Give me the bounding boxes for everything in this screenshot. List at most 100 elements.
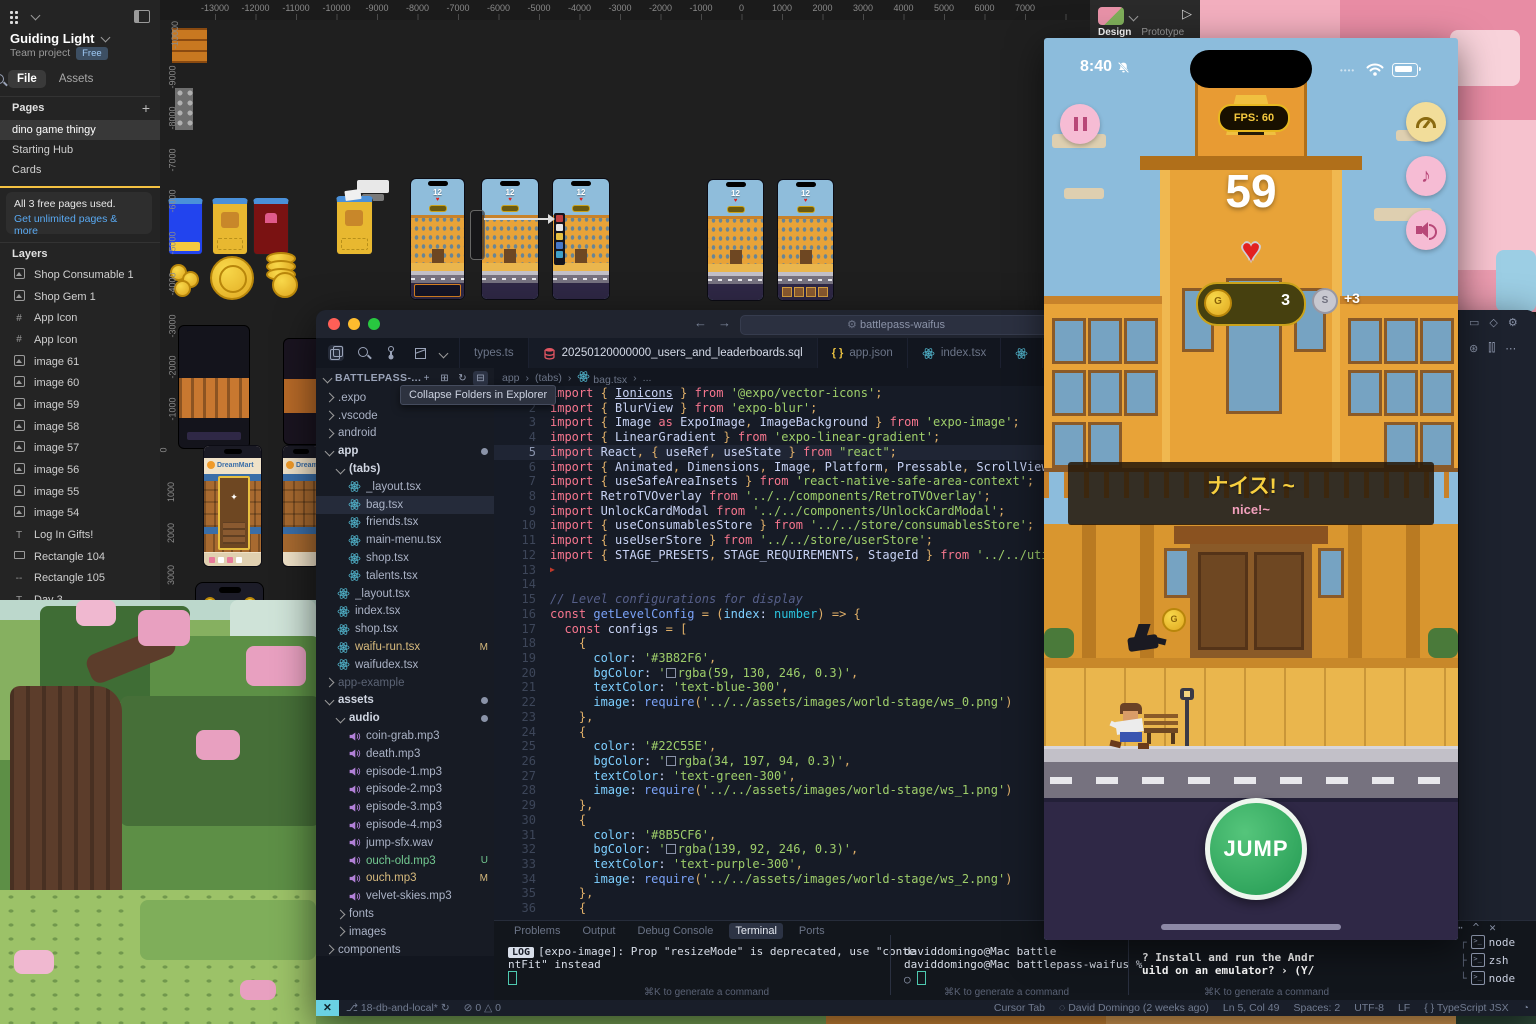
breadcrumb[interactable]: app › (tabs) › bag.tsx ›...: [502, 370, 651, 386]
workspace-search-bar[interactable]: ⚙ battlepass-waifus: [740, 315, 1052, 335]
tab-prototype[interactable]: Prototype: [1141, 27, 1184, 38]
terminal-process[interactable]: ├ >_ zsh: [1460, 951, 1515, 969]
page-item[interactable]: dino game thingy: [0, 120, 160, 140]
more-actions-icon[interactable]: ⋯: [1505, 342, 1516, 355]
layer-item[interactable]: image 58: [0, 416, 160, 438]
terminal-tab[interactable]: Debug Console: [632, 923, 720, 939]
file-tree-item[interactable]: bag.tsx: [316, 495, 494, 514]
file-tree-item[interactable]: coin-grab.mp3: [316, 727, 494, 745]
upgrade-link[interactable]: Get unlimited pages & more: [14, 213, 144, 237]
panel-close-icon[interactable]: ✕: [1489, 921, 1496, 934]
explorer-icon[interactable]: [328, 345, 344, 361]
terminal-tab[interactable]: Ports: [793, 923, 831, 939]
thumbnail-chevron-icon[interactable]: [1128, 11, 1139, 22]
file-tree-item[interactable]: friends.tsx: [316, 514, 494, 532]
file-tree-item[interactable]: components: [316, 941, 494, 956]
layer-item[interactable]: Rectangle 104: [0, 546, 160, 568]
file-tree-item[interactable]: audio: [316, 709, 494, 727]
new-file-icon[interactable]: +: [419, 371, 434, 386]
canvas-coin-stack[interactable]: [262, 252, 298, 298]
run-icon[interactable]: ◇: [1489, 316, 1497, 329]
file-tree-item[interactable]: waifu-run.tsx M: [316, 638, 494, 656]
canvas-card-yellow-2[interactable]: [336, 188, 373, 255]
layout-icon[interactable]: ▭: [1469, 316, 1479, 329]
language-status[interactable]: { } TypeScript JSX: [1417, 1002, 1515, 1014]
terminal-log-pane[interactable]: LOG [expo-image]: Prop "resizeMode" is de…: [508, 945, 916, 986]
nav-back-icon[interactable]: ←: [694, 315, 707, 330]
remote-indicator[interactable]: ✕: [316, 1000, 339, 1016]
editor-tab[interactable]: { } app.json: [818, 338, 908, 368]
layer-item[interactable]: image 54: [0, 503, 160, 525]
layer-item[interactable]: image 61: [0, 351, 160, 373]
panel-maximize-icon[interactable]: ^: [1473, 921, 1480, 934]
canvas-selection-box[interactable]: [470, 210, 485, 260]
split-editor-icon[interactable]: ⫿⫿: [1488, 342, 1495, 355]
canvas-game-mockup[interactable]: 12 ♥: [410, 178, 465, 300]
file-tree-item[interactable]: episode-4.mp3: [316, 816, 494, 834]
layer-item[interactable]: # App Icon: [0, 307, 160, 329]
file-tree-item[interactable]: android: [316, 425, 494, 443]
layer-item[interactable]: image 59: [0, 394, 160, 416]
layer-item[interactable]: T Log In Gifts!: [0, 524, 160, 546]
file-tree-item[interactable]: talents.tsx: [316, 567, 494, 585]
file-tree-item[interactable]: _layout.tsx: [316, 585, 494, 603]
editor-tab[interactable]: index.tsx: [908, 338, 1002, 368]
refresh-icon[interactable]: ↻: [455, 371, 470, 386]
git-branch-status[interactable]: ⎇ 18-db-and-local* ↻: [339, 1002, 457, 1014]
terminal-process[interactable]: ┌ >_ node: [1460, 933, 1515, 951]
terminal-process[interactable]: └ >_ node: [1460, 969, 1515, 987]
canvas-card-yellow[interactable]: [212, 198, 248, 255]
layer-item[interactable]: -- Rectangle 105: [0, 568, 160, 590]
file-tree-item[interactable]: index.tsx: [316, 603, 494, 621]
speed-gauge-button[interactable]: [1406, 102, 1446, 142]
canvas-phone-shop-2[interactable]: DreamMart: [282, 445, 320, 567]
file-tree-item[interactable]: episode-1.mp3: [316, 763, 494, 781]
file-tree-item[interactable]: jump-sfx.wav: [316, 834, 494, 852]
jump-button[interactable]: JUMP: [1205, 798, 1307, 900]
nav-forward-icon[interactable]: →: [718, 315, 731, 330]
page-item[interactable]: Cards: [0, 160, 160, 180]
layer-item[interactable]: image 56: [0, 459, 160, 481]
maximize-window-button[interactable]: [368, 318, 380, 330]
source-control-icon[interactable]: [384, 345, 400, 361]
canvas-medallion[interactable]: [210, 256, 254, 300]
file-tree-item[interactable]: shop.tsx: [316, 620, 494, 638]
file-tree-item[interactable]: waifudex.tsx: [316, 656, 494, 674]
extensions-icon[interactable]: [412, 345, 428, 361]
file-tree-item[interactable]: ouch.mp3 M: [316, 870, 494, 888]
layer-item[interactable]: Shop Gem 1: [0, 286, 160, 308]
file-tree-item[interactable]: app-example: [316, 674, 494, 692]
git-blame-status[interactable]: ◌ David Domingo (2 weeks ago): [1052, 1002, 1216, 1014]
search-icon[interactable]: [0, 72, 8, 88]
canvas-stone-tile[interactable]: [175, 88, 193, 130]
file-tree-item[interactable]: (tabs): [316, 460, 494, 478]
page-item[interactable]: Starting Hub: [0, 140, 160, 160]
indentation-status[interactable]: Spaces: 2: [1286, 1002, 1347, 1014]
canvas-game-mockup[interactable]: 12 ♥: [481, 178, 539, 300]
close-window-button[interactable]: [328, 318, 340, 330]
home-indicator[interactable]: [1161, 924, 1341, 930]
project-name[interactable]: Guiding Light: [10, 31, 111, 46]
settings-gear-icon[interactable]: ⚙: [1508, 316, 1518, 329]
encoding-status[interactable]: UTF-8: [1347, 1002, 1391, 1014]
file-tree-item[interactable]: ouch-old.mp3 U: [316, 852, 494, 870]
explorer-root[interactable]: BATTLEPASS-...: [335, 372, 421, 384]
layer-item[interactable]: image 60: [0, 372, 160, 394]
canvas-phone-shop-1[interactable]: DreamMart ✦: [203, 445, 262, 567]
sidebar-divider[interactable]: [0, 186, 160, 188]
file-thumbnail[interactable]: [1098, 7, 1124, 25]
present-icon[interactable]: ▷: [1182, 6, 1192, 22]
new-folder-icon[interactable]: ⊞: [437, 371, 452, 386]
layer-item[interactable]: image 57: [0, 438, 160, 460]
cursor-tab-status[interactable]: Cursor Tab: [987, 1002, 1052, 1014]
minimize-window-button[interactable]: [348, 318, 360, 330]
canvas-game-mockup[interactable]: 12 ♥: [552, 178, 610, 300]
file-tree-item[interactable]: app: [316, 442, 494, 460]
file-tree-item[interactable]: assets: [316, 692, 494, 710]
file-tree-item[interactable]: .vscode: [316, 407, 494, 425]
react-tab-icon[interactable]: ⊛: [1469, 342, 1478, 355]
eol-status[interactable]: LF: [1391, 1002, 1417, 1014]
canvas-card-red[interactable]: [253, 198, 289, 255]
layer-item[interactable]: image 55: [0, 481, 160, 503]
file-tree-item[interactable]: _layout.tsx: [316, 478, 494, 496]
